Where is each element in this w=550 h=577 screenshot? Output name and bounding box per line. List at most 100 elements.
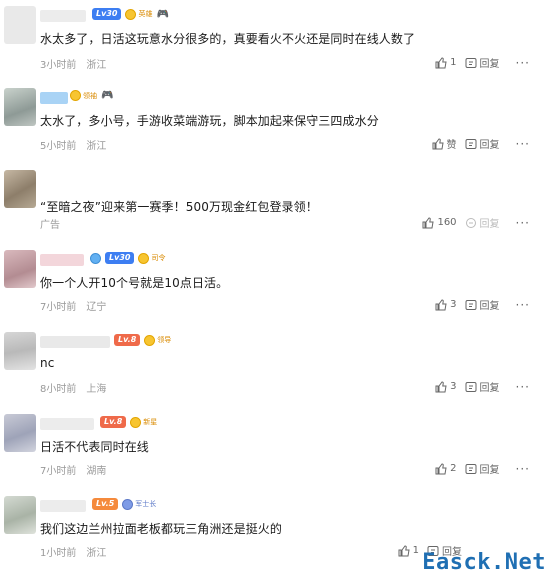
medal-label: 司令 — [151, 254, 166, 262]
level-badge: Lv30 — [105, 252, 135, 264]
like-button[interactable]: 1 — [398, 544, 419, 557]
like-button[interactable]: 2 — [435, 462, 457, 475]
more-options-button[interactable]: ··· — [516, 56, 530, 70]
comment-time: 7小时前 — [40, 466, 77, 477]
comment-item: Lv30 司令 你一个人开10个号就是10点日活。 7小时前 辽宁 3 回复 ··… — [0, 248, 550, 326]
like-button[interactable]: 3 — [435, 298, 457, 311]
avatar[interactable] — [4, 332, 36, 370]
medal-icon — [125, 8, 137, 20]
comment-meta: 7小时前 湖南 — [40, 462, 116, 477]
reply-button[interactable]: 回复 — [465, 461, 500, 476]
more-options-button[interactable]: ··· — [516, 380, 530, 394]
reply-icon — [465, 217, 476, 228]
thumb-up-icon — [435, 462, 447, 474]
comment-item: Lv.8 领导 nc 8小时前 上海 3 回复 ··· — [0, 330, 550, 408]
medal-label: 军士长 — [135, 500, 157, 508]
comment-actions: 1 回复 ··· — [435, 55, 530, 70]
comment-time: 3小时前 — [40, 60, 77, 71]
medal-icon — [130, 416, 142, 428]
comment-text: 我们这边兰州拉面老板都玩三角洲还是挺火的 — [40, 522, 283, 536]
game-controller-icon: 🎮 — [156, 8, 169, 20]
avatar[interactable] — [4, 496, 36, 534]
more-options-button[interactable]: ··· — [516, 137, 530, 151]
medal-badge: 领导 — [144, 334, 171, 346]
username-blurred[interactable] — [40, 418, 94, 430]
comment-location: 浙江 — [86, 141, 107, 152]
medal-icon — [122, 498, 134, 510]
comment-meta: 1小时前 浙江 — [40, 544, 116, 559]
medal-badge: 英雄 — [125, 8, 153, 20]
username-blurred[interactable] — [40, 10, 86, 22]
comment-location: 浙江 — [86, 548, 107, 559]
user-badges: 领袖 🎮 — [70, 90, 113, 101]
comment-actions: 3 回复 ··· — [435, 297, 530, 312]
medal-icon — [70, 90, 81, 101]
username-blurred[interactable] — [40, 500, 86, 512]
reply-icon — [465, 57, 477, 68]
comment-text: nc — [40, 356, 55, 370]
medal-label: 英雄 — [138, 10, 153, 18]
reply-icon — [465, 138, 477, 149]
comment-actions: 2 回复 ··· — [435, 461, 530, 476]
user-badges: Lv30 英雄 🎮 — [92, 8, 169, 20]
comment-meta: 7小时前 辽宁 — [40, 298, 116, 313]
medal-icon — [138, 252, 150, 264]
more-options-button[interactable]: ··· — [516, 298, 530, 312]
avatar[interactable] — [4, 414, 36, 452]
username-blurred[interactable] — [40, 254, 84, 266]
medal-badge: 新星 — [130, 416, 158, 428]
comment-text: 你一个人开10个号就是10点日活。 — [40, 276, 229, 290]
reply-icon — [465, 381, 477, 392]
comment-location: 浙江 — [86, 60, 107, 71]
level-badge: Lv30 — [92, 8, 122, 20]
more-options-button[interactable]: ··· — [516, 462, 530, 476]
reply-button[interactable]: 回复 — [465, 379, 500, 394]
ad-text[interactable]: “至暗之夜”迎来第一赛季！500万现金红包登录领！ — [40, 198, 318, 215]
thumb-up-icon — [398, 544, 410, 556]
reply-icon — [465, 299, 477, 310]
user-badges: Lv.5 军士长 — [92, 498, 156, 510]
medal-icon — [144, 334, 156, 346]
medal-label: 领袖 — [83, 91, 97, 100]
level-badge: Lv.8 — [114, 334, 141, 346]
comment-item: Lv.8 新星 日活不代表同时在线 7小时前 湖南 2 回复 ··· — [0, 412, 550, 490]
site-watermark: Easck.Net — [422, 550, 546, 575]
username-blurred[interactable] — [40, 336, 110, 348]
medal-label: 新星 — [143, 418, 158, 426]
avatar[interactable] — [4, 88, 36, 126]
comment-meta: 5小时前 浙江 — [40, 137, 116, 152]
ad-item[interactable]: “至暗之夜”迎来第一赛季！500万现金红包登录领！ 广告 160 回复 ··· — [0, 168, 550, 240]
comment-actions: 赞 回复 ··· — [432, 136, 530, 151]
like-button[interactable]: 160 — [422, 216, 457, 229]
like-button[interactable]: 1 — [435, 56, 457, 69]
thumb-up-icon — [435, 56, 447, 68]
comment-actions: 3 回复 ··· — [435, 379, 530, 394]
comment-item: Lv30 英雄 🎮 水太多了，日活这玩意水分很多的，真要看火不火还是同时在线人数… — [0, 4, 550, 82]
game-controller-icon: 🎮 — [101, 90, 114, 101]
level-badge: Lv.5 — [92, 498, 119, 510]
comment-time: 1小时前 — [40, 548, 77, 559]
ad-avatar[interactable] — [4, 170, 36, 208]
reply-button[interactable]: 回复 — [465, 55, 500, 70]
reply-button[interactable]: 回复 — [465, 215, 500, 230]
comment-time: 7小时前 — [40, 302, 77, 313]
like-button[interactable]: 赞 — [432, 136, 457, 151]
reply-button[interactable]: 回复 — [465, 297, 500, 312]
comment-location: 辽宁 — [86, 302, 107, 313]
avatar[interactable] — [4, 6, 36, 44]
user-badges: Lv30 司令 — [90, 252, 165, 264]
more-options-button[interactable]: ··· — [516, 216, 530, 230]
ad-actions: 160 回复 ··· — [422, 215, 530, 230]
comment-text: 日活不代表同时在线 — [40, 440, 149, 454]
avatar[interactable] — [4, 250, 36, 288]
thumb-up-icon — [435, 298, 447, 310]
comment-meta: 8小时前 上海 — [40, 380, 116, 395]
reply-button[interactable]: 回复 — [465, 136, 500, 151]
thumb-up-icon — [422, 216, 435, 228]
comment-text: 太水了，多小号，手游收菜端游玩，脚本加起来保守三四成水分 — [40, 114, 379, 128]
ad-meta: 广告 — [40, 216, 70, 231]
user-badges: Lv.8 新星 — [100, 416, 157, 428]
like-button[interactable]: 3 — [435, 380, 457, 393]
comment-time: 8小时前 — [40, 384, 77, 395]
username-blurred[interactable] — [40, 92, 68, 104]
